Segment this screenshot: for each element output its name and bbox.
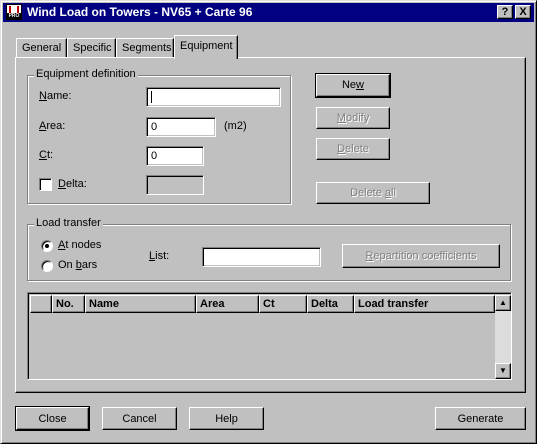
delta-input[interactable] (146, 175, 204, 195)
area-label: Area: (39, 120, 66, 132)
tab-equipment[interactable]: Equipment (174, 35, 238, 59)
list-input[interactable] (202, 247, 321, 267)
help-button[interactable]: Help (189, 407, 264, 430)
tab-specific[interactable]: Specific (67, 38, 116, 58)
at-nodes-radio[interactable] (41, 240, 53, 252)
name-label: Name: (39, 90, 72, 102)
table-header-load-transfer[interactable]: Load transfer (354, 295, 495, 313)
delete-button[interactable]: Delete (316, 138, 390, 160)
title-bar[interactable]: PRO Wind Load on Towers - NV65 + Carte 9… (3, 3, 534, 22)
equipment-definition-legend: Equipment definition (34, 68, 138, 80)
new-button[interactable]: New (315, 73, 391, 98)
delete-all-button[interactable]: Delete all (316, 182, 430, 204)
dialog-window: PRO Wind Load on Towers - NV65 + Carte 9… (0, 0, 537, 444)
window-title: Wind Load on Towers - NV65 + Carte 96 (27, 5, 253, 19)
area-input[interactable]: 0 (146, 117, 216, 137)
area-unit: (m2) (224, 120, 247, 132)
on-bars-label: On bars (58, 259, 98, 271)
cancel-button[interactable]: Cancel (102, 407, 177, 430)
ct-label: Ct: (39, 149, 54, 161)
equipment-table[interactable]: No. Name Area Ct Delta Load transfer ▲ ▼ (27, 292, 512, 380)
table-header-delta[interactable]: Delta (307, 295, 354, 313)
repartition-coefficients-button[interactable]: Repartition coefficients (342, 244, 500, 268)
name-input[interactable] (146, 87, 281, 107)
on-bars-radio[interactable] (41, 260, 53, 272)
table-header-ct[interactable]: Ct (259, 295, 307, 313)
tab-segments[interactable]: Segments (116, 38, 174, 58)
table-header-area[interactable]: Area (196, 295, 259, 313)
table-header-name[interactable]: Name (85, 295, 196, 313)
table-header-no[interactable]: No. (52, 295, 85, 313)
table-header-corner[interactable] (30, 295, 52, 313)
scroll-up-icon[interactable]: ▲ (495, 295, 511, 311)
generate-button[interactable]: Generate (435, 407, 526, 430)
text-caret (151, 91, 152, 103)
ct-input[interactable]: 0 (146, 146, 204, 166)
help-title-button[interactable]: ? (497, 5, 513, 19)
list-label: List: (149, 250, 170, 262)
delta-label: Delta: (58, 178, 87, 190)
load-transfer-legend: Load transfer (34, 217, 103, 229)
at-nodes-label: At nodes (58, 239, 102, 251)
tab-general[interactable]: General (16, 38, 67, 58)
delta-checkbox[interactable] (39, 178, 52, 191)
close-title-button[interactable]: X (515, 5, 531, 19)
table-scrollbar[interactable]: ▲ ▼ (495, 295, 511, 379)
app-icon[interactable]: PRO (6, 4, 22, 20)
close-button[interactable]: Close (15, 406, 90, 431)
scroll-down-icon[interactable]: ▼ (495, 363, 511, 379)
modify-button[interactable]: Modify (316, 107, 390, 129)
